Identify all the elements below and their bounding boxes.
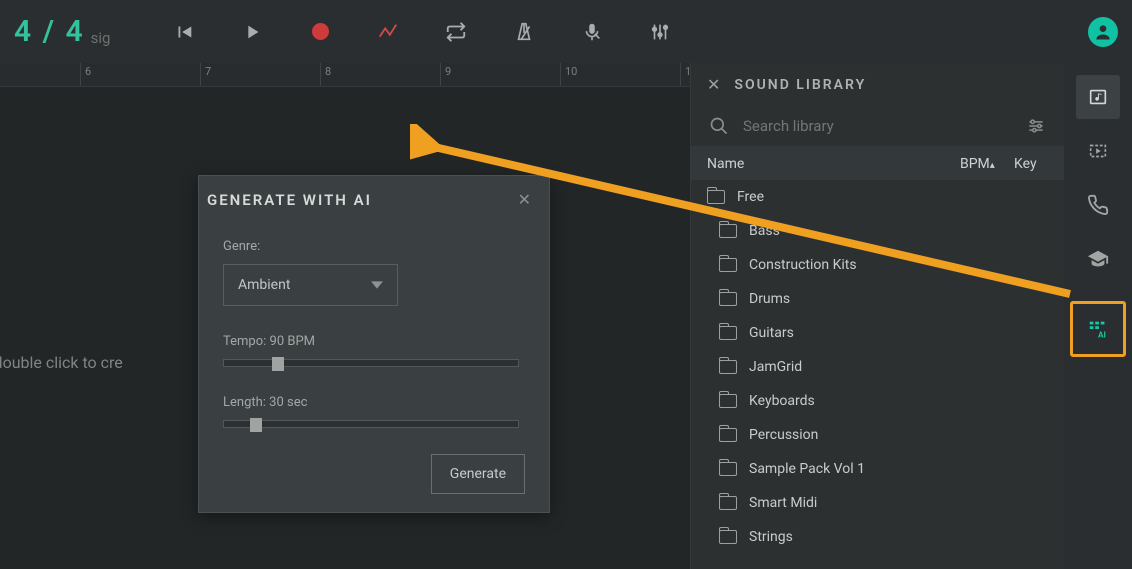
record-button[interactable] [306, 18, 334, 46]
library-title: SOUND LIBRARY [734, 77, 866, 93]
chevron-down-icon [371, 279, 383, 291]
time-signature-value: 4 / 4 [14, 14, 85, 49]
library-folder[interactable]: Sample Pack Vol 1 [691, 452, 1064, 486]
library-search [703, 106, 1052, 146]
ruler-tick: 9 [440, 63, 451, 86]
library-folder[interactable]: Strings [691, 520, 1064, 554]
play-button[interactable] [238, 18, 266, 46]
ruler-tick: 8 [320, 63, 331, 86]
loop-button[interactable] [442, 18, 470, 46]
library-list[interactable]: Free Bass Construction Kits Drums Guitar… [691, 180, 1064, 569]
timeline-ruler[interactable]: 6 7 8 9 10 1 [0, 63, 690, 87]
rail-learn-button[interactable] [1076, 237, 1120, 281]
mixer-button[interactable] [646, 18, 674, 46]
genre-label: Genre: [223, 239, 525, 254]
record-icon [312, 23, 329, 40]
genre-value: Ambient [238, 277, 290, 293]
folder-icon [719, 462, 737, 476]
col-name[interactable]: Name [707, 156, 960, 172]
time-signature-label: sig [91, 29, 111, 47]
rail-ai-button[interactable]: AI [1070, 301, 1126, 357]
col-key[interactable]: Key [1014, 156, 1048, 172]
library-folder[interactable]: Construction Kits [691, 248, 1064, 282]
skip-back-button[interactable] [170, 18, 198, 46]
tempo-label: Tempo: 90 BPM [223, 334, 525, 349]
top-toolbar: 4 / 4 sig [0, 0, 1132, 63]
length-slider-thumb[interactable] [250, 418, 262, 432]
user-avatar[interactable] [1088, 17, 1118, 47]
folder-icon [719, 326, 737, 340]
rail-phone-button[interactable] [1076, 183, 1120, 227]
library-folder[interactable]: Bass [691, 214, 1064, 248]
tempo-slider-thumb[interactable] [272, 357, 284, 371]
length-slider[interactable] [223, 420, 519, 428]
search-input[interactable] [743, 117, 1012, 135]
length-label: Length: 30 sec [223, 395, 525, 410]
rail-clips-button[interactable] [1076, 129, 1120, 173]
search-icon [709, 116, 729, 136]
library-columns: Name BPM▴ Key [691, 146, 1064, 180]
library-folder[interactable]: Guitars [691, 316, 1064, 350]
folder-icon [719, 360, 737, 374]
library-folder[interactable]: Percussion [691, 418, 1064, 452]
filter-icon[interactable] [1026, 116, 1046, 136]
tempo-slider[interactable] [223, 359, 519, 367]
automation-button[interactable] [374, 18, 402, 46]
mic-button[interactable] [578, 18, 606, 46]
library-folder[interactable]: Drums [691, 282, 1064, 316]
library-folder[interactable]: Keyboards [691, 384, 1064, 418]
svg-text:AI: AI [1098, 330, 1106, 340]
ruler-tick: 6 [80, 63, 91, 86]
ruler-tick: 1 [680, 63, 690, 86]
folder-icon [719, 258, 737, 272]
empty-track-hint: here or double click to cre [0, 353, 123, 372]
folder-icon [719, 530, 737, 544]
ruler-tick: 10 [560, 63, 577, 86]
folder-icon [719, 292, 737, 306]
generate-button[interactable]: Generate [431, 454, 525, 494]
folder-icon [719, 394, 737, 408]
close-library-icon[interactable]: ✕ [707, 75, 720, 94]
metronome-button[interactable] [510, 18, 538, 46]
folder-icon [707, 190, 725, 204]
genre-select[interactable]: Ambient [223, 264, 398, 306]
library-folder[interactable]: Smart Midi [691, 486, 1064, 520]
generate-ai-dialog: GENERATE WITH AI ✕ Genre: Ambient Tempo:… [198, 175, 550, 513]
col-bpm[interactable]: BPM▴ [960, 156, 1014, 172]
ai-dialog-title: GENERATE WITH AI [207, 191, 372, 209]
sound-library-panel: ✕ SOUND LIBRARY Name BPM▴ Key Free Bass … [690, 63, 1064, 569]
close-icon[interactable]: ✕ [518, 190, 531, 209]
folder-icon [719, 224, 737, 238]
time-signature[interactable]: 4 / 4 sig [14, 14, 110, 49]
folder-icon [719, 496, 737, 510]
library-folder[interactable]: Free [691, 180, 1064, 214]
ruler-tick: 7 [200, 63, 211, 86]
rail-library-button[interactable] [1076, 75, 1120, 119]
library-folder[interactable]: JamGrid [691, 350, 1064, 384]
right-rail: AI [1064, 63, 1132, 569]
folder-icon [719, 428, 737, 442]
timeline-area[interactable]: 6 7 8 9 10 1 here or double click to cre… [0, 63, 690, 569]
